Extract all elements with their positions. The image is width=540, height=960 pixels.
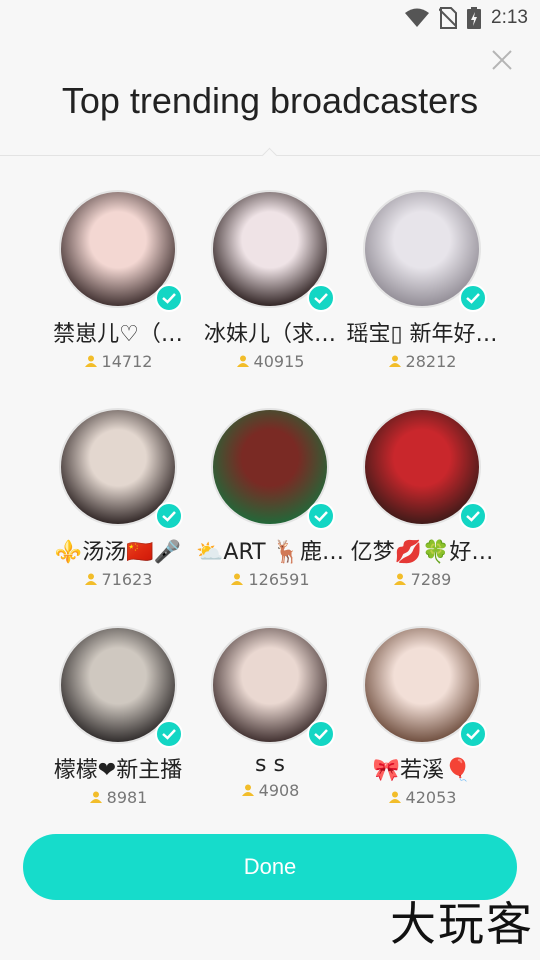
viewer-count: 14712 [33, 352, 203, 371]
viewer-count: 7289 [337, 570, 507, 589]
selected-check-icon[interactable] [459, 720, 487, 748]
viewer-count-value: 126591 [248, 570, 310, 589]
broadcaster-card[interactable]: 冰妹儿（求… 40915 [185, 190, 355, 371]
user-icon [241, 781, 255, 800]
close-button[interactable] [490, 48, 514, 72]
broadcaster-card[interactable]: 🎀若溪🎈 42053 [337, 626, 507, 807]
user-icon [84, 570, 98, 589]
viewer-count: 126591 [185, 570, 355, 589]
broadcaster-card[interactable]: s s 4908 [185, 626, 355, 800]
viewer-count: 40915 [185, 352, 355, 371]
avatar-wrapper [59, 190, 183, 312]
avatar-wrapper [59, 626, 183, 748]
no-sim-icon [439, 7, 458, 29]
selected-check-icon[interactable] [155, 720, 183, 748]
user-icon [230, 570, 244, 589]
user-icon [388, 352, 402, 371]
broadcaster-card[interactable]: ⚜️汤汤🇨🇳🎤 71623 [33, 408, 203, 589]
selected-check-icon[interactable] [459, 284, 487, 312]
user-icon [84, 352, 98, 371]
avatar-wrapper [211, 626, 335, 748]
broadcaster-name: 冰妹儿（求… [203, 322, 336, 347]
broadcaster-name: 🎀若溪🎈 [372, 758, 472, 783]
broadcaster-card[interactable]: 檬檬❤新主播 8981 [33, 626, 203, 807]
viewer-count: 8981 [33, 788, 203, 807]
viewer-count-value: 28212 [405, 352, 457, 371]
watermark: 大玩客 [390, 897, 534, 951]
viewer-count-value: 14712 [101, 352, 153, 371]
wifi-icon [405, 8, 430, 28]
battery-icon [467, 7, 482, 29]
user-icon [89, 788, 103, 807]
broadcaster-name: 亿梦💋🍀好… [350, 540, 494, 565]
viewer-count-value: 71623 [101, 570, 153, 589]
avatar-wrapper [211, 408, 335, 530]
user-icon [236, 352, 250, 371]
broadcaster-name: 禁崽儿♡（… [53, 322, 183, 347]
viewer-count: 4908 [185, 781, 355, 800]
broadcaster-name: 檬檬❤新主播 [53, 758, 183, 783]
viewer-count-value: 42053 [405, 788, 457, 807]
viewer-count-value: 8981 [106, 788, 148, 807]
user-icon [393, 570, 407, 589]
viewer-count-value: 4908 [258, 781, 300, 800]
divider-notch [261, 147, 278, 164]
viewer-count: 28212 [337, 352, 507, 371]
viewer-count: 42053 [337, 788, 507, 807]
selected-check-icon[interactable] [307, 284, 335, 312]
selected-check-icon[interactable] [307, 502, 335, 530]
avatar-wrapper [363, 190, 487, 312]
user-icon [388, 788, 402, 807]
avatar-wrapper [363, 626, 487, 748]
status-time: 2:13 [491, 7, 528, 28]
close-icon [492, 50, 512, 70]
avatar-wrapper [363, 408, 487, 530]
broadcaster-card[interactable]: ⛅ART 🦌鹿… 126591 [185, 408, 355, 589]
avatar-wrapper [59, 408, 183, 530]
broadcaster-name: s s [255, 752, 285, 777]
selected-check-icon[interactable] [155, 502, 183, 530]
selected-check-icon[interactable] [307, 720, 335, 748]
status-bar: 2:13 [0, 0, 540, 36]
selected-check-icon[interactable] [155, 284, 183, 312]
broadcaster-name: 瑶宝▯ 新年好… [346, 322, 498, 347]
broadcaster-card[interactable]: 禁崽儿♡（… 14712 [33, 190, 203, 371]
selected-check-icon[interactable] [459, 502, 487, 530]
broadcaster-name: ⚜️汤汤🇨🇳🎤 [54, 540, 182, 565]
viewer-count: 71623 [33, 570, 203, 589]
avatar-wrapper [211, 190, 335, 312]
broadcaster-card[interactable]: 亿梦💋🍀好… 7289 [337, 408, 507, 589]
broadcaster-card[interactable]: 瑶宝▯ 新年好… 28212 [337, 190, 507, 371]
viewer-count-value: 7289 [410, 570, 452, 589]
page-title: Top trending broadcasters [61, 80, 479, 121]
viewer-count-value: 40915 [253, 352, 305, 371]
broadcaster-name: ⛅ART 🦌鹿… [196, 540, 344, 565]
